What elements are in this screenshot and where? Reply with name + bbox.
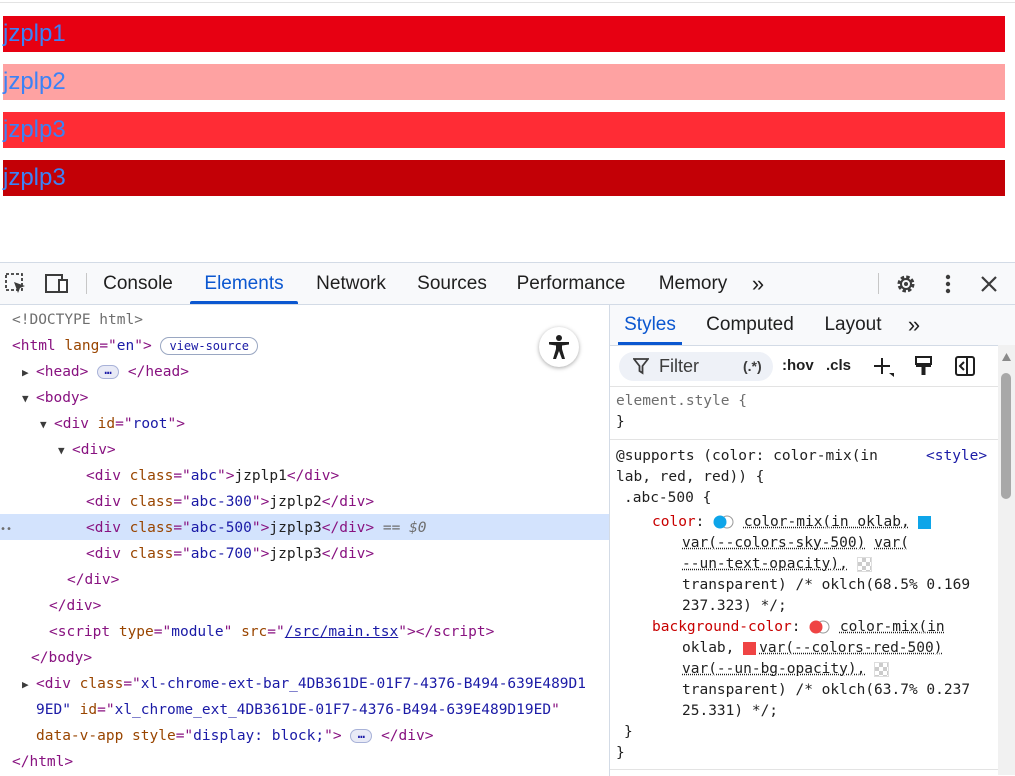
dom-close-html[interactable]: </html> [12,749,73,775]
collapsed-content-icon[interactable]: … [350,729,372,743]
more-tabs-icon[interactable]: » [744,263,772,304]
rule-separator [610,769,998,770]
preview-row-abc-700[interactable]: jzplp3 [3,160,1005,196]
sky-color-swatch[interactable] [918,516,931,529]
accessibility-tree-button[interactable] [539,327,579,367]
supports-rule-line2: lab, red, red)) { [616,467,764,488]
inspect-element-icon[interactable] [2,263,30,304]
expand-arrow-icon[interactable]: ▶ [22,360,36,386]
tab-console[interactable]: Console [96,263,180,304]
collapsed-content-icon[interactable]: … [97,365,119,379]
dom-node-abc-700[interactable]: <div class="abc-700">jzplp3</div> [86,541,374,567]
styles-scrollbar[interactable] [998,345,1015,775]
devtools-panel: Console Elements Network Sources Perform… [0,262,1015,776]
more-tabs-icon[interactable]: » [900,305,928,345]
tab-performance[interactable]: Performance [508,263,634,304]
cls-toggle[interactable]: .cls [826,346,851,386]
dom-close-body[interactable]: </body> [31,645,92,671]
supports-rule-line1: @supports (color: color-mix(in [616,446,878,467]
dom-node-body[interactable]: ▼ <body> [22,385,88,411]
preview-row-abc[interactable]: jzplp1 [3,16,1005,52]
rule-separator [610,439,998,440]
dom-node-ext-bar[interactable]: ▶ <div class="xl-chrome-ext-bar_4DB361DE-… [22,671,586,697]
dom-node-div[interactable]: ▼ <div> [58,437,116,463]
rule-selector[interactable]: .abc-500 { [624,488,711,509]
color-mix-swatch-icon[interactable] [809,620,831,634]
color-var-line2: --un-text-opacity), [682,554,876,575]
new-rule-icon[interactable] [872,356,896,383]
view-source-button[interactable]: view-source [160,337,257,355]
dom-node-html[interactable]: <html lang="en"> view-source [12,333,258,359]
devtools-toolbar: Console Elements Network Sources Perform… [0,263,1015,305]
close-icon[interactable] [976,263,1002,304]
filter-input[interactable]: Filter (.*) [619,352,773,381]
collapse-arrow-icon[interactable]: ▼ [22,386,36,412]
page-top-border [0,2,1015,3]
color-tail2: 237.323) */; [682,596,787,617]
styles-filter-bar: Filter (.*) :hov .cls [610,346,998,387]
bg-tail2: 25.331) */; [682,701,778,722]
dom-node-ext-bar-cont: 9ED" id="xl_chrome_ext_4DB361DE-01F7-437… [36,697,560,723]
kebab-menu-icon[interactable] [936,263,960,304]
tab-network[interactable]: Network [306,263,396,304]
filter-icon [633,357,649,380]
collapse-arrow-icon[interactable]: ▼ [58,438,72,464]
toggle-sidebar-icon[interactable] [954,355,976,382]
preview-row-abc-500[interactable]: jzplp3 [3,112,1005,148]
filter-placeholder: Filter [659,352,699,381]
collapse-arrow-icon[interactable]: ▼ [40,412,54,438]
toolbar-separator [878,273,879,294]
dom-node-abc-300[interactable]: <div class="abc-300">jzplp2</div> [86,489,374,515]
transparent-swatch[interactable] [857,557,872,572]
color-declaration[interactable]: color: color-mix(in oklab, [652,512,934,533]
dom-node-abc[interactable]: <div class="abc">jzplp1</div> [86,463,339,489]
dom-node-head[interactable]: ▶ <head> … </head> [22,359,189,385]
dom-tree: <!DOCTYPE html> <html lang="en"> view-so… [0,305,609,776]
tab-elements[interactable]: Elements [190,263,298,304]
tab-memory[interactable]: Memory [648,263,738,304]
element-style-close: } [616,412,625,433]
styles-tabs: Styles Computed Layout » [610,305,1015,346]
color-mix-swatch-icon[interactable] [713,515,735,529]
row-menu-dots[interactable]: •• [0,515,12,541]
dom-node-script[interactable]: <script type="module" src="/src/main.tsx… [49,619,494,645]
color-tail: transparent) /* oklch(68.5% 0.169 [682,575,970,596]
hov-toggle[interactable]: :hov [782,346,814,386]
red-color-swatch[interactable] [743,642,756,655]
color-var-line: var(--colors-sky-500) var( [682,533,909,554]
dom-node-abc-500[interactable]: <div class="abc-500">jzplp3</div> == $0 [86,515,427,541]
regex-toggle[interactable]: (.*) [743,352,762,381]
supports-close: } [616,743,625,764]
dom-node-root[interactable]: ▼ <div id="root"> [40,411,185,437]
toolbar-separator [86,273,87,294]
tab-computed[interactable]: Computed [698,305,802,345]
gear-icon[interactable] [892,263,920,304]
bg-tail: transparent) /* oklch(63.7% 0.237 [682,680,970,701]
dom-close-root[interactable]: </div> [49,593,101,619]
scrollbar-thumb[interactable] [1001,373,1011,499]
dom-close-div[interactable]: </div> [67,567,119,593]
element-style-rule[interactable]: element.style { [616,391,747,412]
transparent-swatch[interactable] [874,662,889,677]
device-toolbar-icon[interactable] [42,263,72,304]
preview-row-abc-300[interactable]: jzplp2 [3,64,1005,100]
dom-doctype[interactable]: <!DOCTYPE html> [12,307,143,333]
paint-brush-icon[interactable] [914,355,934,382]
styles-pane: Styles Computed Layout » Filter (.*) :ho… [610,305,1015,776]
style-source-link[interactable]: <style> [926,446,987,467]
bg-var-line2: var(--un-bg-opacity), [682,659,893,680]
tab-layout[interactable]: Layout [820,305,886,345]
bg-declaration[interactable]: background-color: color-mix(in [652,617,945,638]
script-src-link[interactable]: /src/main.tsx [285,624,399,640]
bg-var-line: oklab, var(--colors-red-500) [682,638,942,659]
tab-sources[interactable]: Sources [410,263,494,304]
tab-styles[interactable]: Styles [618,305,682,345]
scroll-up-icon[interactable] [1001,349,1012,367]
rule-close: } [624,722,633,743]
dom-node-ext-bar-cont2: data-v-app style="display: block;"> … </… [36,723,433,749]
expand-arrow-icon[interactable]: ▶ [22,672,36,698]
